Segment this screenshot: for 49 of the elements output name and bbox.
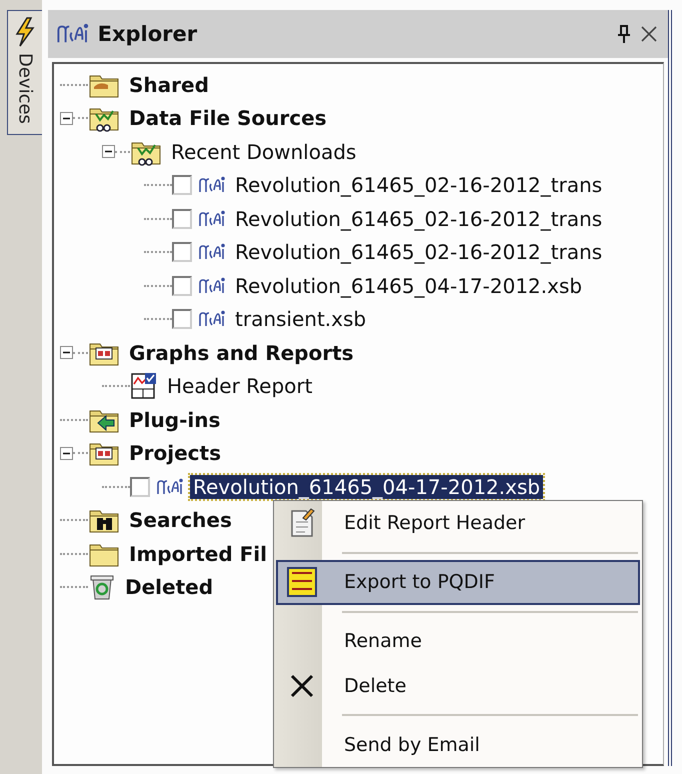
tree-item[interactable]: Revolution_61465_02-16-2012_trans xyxy=(232,206,606,231)
logo-icon xyxy=(56,23,90,45)
tree-item[interactable]: Graphs and Reports xyxy=(126,340,357,365)
tree-item[interactable]: Revolution_61465_04-17-2012.xsb xyxy=(190,474,544,499)
checkbox[interactable] xyxy=(172,208,192,229)
logo-icon xyxy=(198,176,226,194)
tree-item[interactable]: Projects xyxy=(126,441,224,466)
tree-item[interactable]: Plug-ins xyxy=(126,408,224,432)
collapse-toggle[interactable] xyxy=(102,145,115,158)
pin-icon[interactable] xyxy=(616,24,632,44)
tab-label: Devices xyxy=(14,53,36,124)
tree-item[interactable]: Revolution_61465_02-16-2012_trans xyxy=(232,240,606,264)
collapse-toggle[interactable] xyxy=(60,112,73,125)
menu-item[interactable]: Edit Report Header xyxy=(276,501,640,546)
notepad-icon xyxy=(289,508,315,538)
devices-tab[interactable]: Devices xyxy=(7,10,42,135)
tree-item[interactable]: Imported Fil xyxy=(126,542,270,566)
tree-item[interactable]: Searches xyxy=(126,508,235,532)
panel-title: Explorer xyxy=(98,22,198,46)
recycle-bin-icon xyxy=(88,573,116,602)
tree-item[interactable]: Header Report xyxy=(164,374,316,398)
logo-icon xyxy=(198,310,226,328)
tree-item[interactable]: Revolution_61465_02-16-2012_trans xyxy=(232,173,606,198)
checkbox[interactable] xyxy=(172,175,192,196)
menu-item[interactable]: Export to PQDIF xyxy=(276,560,640,605)
pqdif-icon xyxy=(287,567,317,598)
logo-icon xyxy=(198,276,226,295)
delete-icon xyxy=(289,672,315,699)
menu-item[interactable]: Delete xyxy=(276,663,640,708)
checkbox[interactable] xyxy=(172,242,192,262)
tree-item[interactable]: transient.xsb xyxy=(232,307,370,332)
logo-icon xyxy=(198,210,226,228)
tree-item[interactable]: Recent Downloads xyxy=(168,140,360,164)
lightning-icon xyxy=(14,17,36,47)
logo-icon xyxy=(156,478,184,496)
close-icon[interactable] xyxy=(640,25,658,43)
tree-item[interactable]: Shared xyxy=(126,72,212,97)
menu-item[interactable]: Rename xyxy=(276,618,640,664)
tree-item[interactable]: Revolution_61465_04-17-2012.xsb xyxy=(232,274,586,298)
tree-item[interactable]: Deleted xyxy=(122,575,216,600)
menu-item[interactable]: Send by Email xyxy=(276,722,640,767)
collapse-toggle[interactable] xyxy=(60,446,73,460)
collapse-toggle[interactable] xyxy=(60,346,73,360)
report-chart-icon xyxy=(130,372,158,400)
logo-icon xyxy=(198,243,226,262)
checkbox[interactable] xyxy=(130,476,150,497)
checkbox[interactable] xyxy=(172,309,192,330)
tree-item[interactable]: Data File Sources xyxy=(126,106,330,130)
checkbox[interactable] xyxy=(172,276,192,296)
